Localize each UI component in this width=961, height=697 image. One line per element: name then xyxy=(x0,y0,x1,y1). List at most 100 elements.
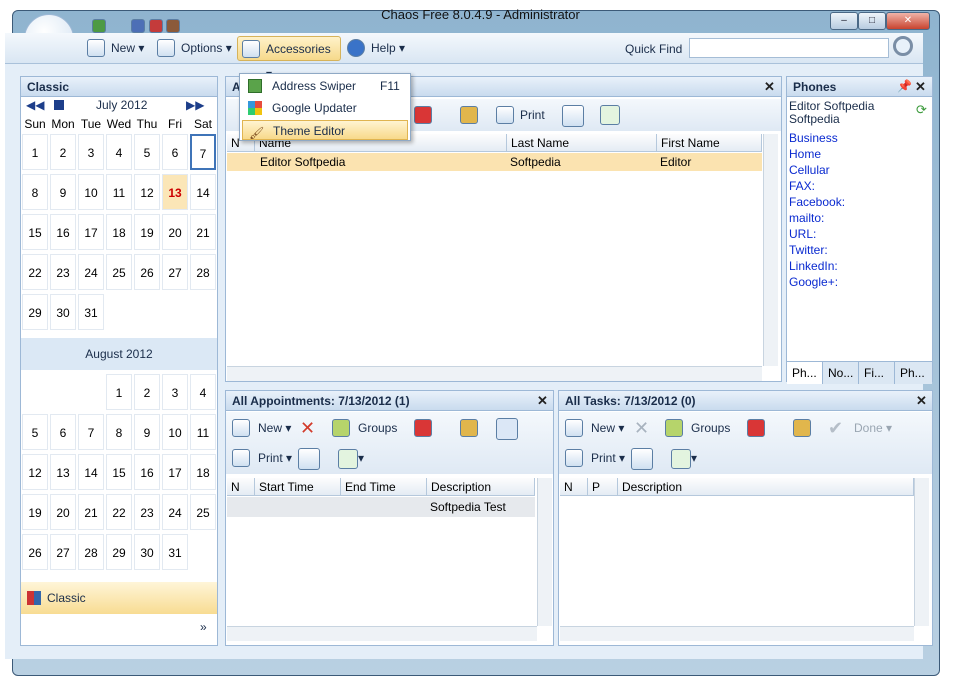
task-col-p[interactable]: P xyxy=(588,478,618,496)
task-col-description[interactable]: Description xyxy=(618,478,914,496)
calendar-day[interactable]: 1 xyxy=(106,374,132,410)
tree-icon[interactable] xyxy=(460,106,478,124)
calendar-day[interactable]: 21 xyxy=(190,214,216,250)
calendar-day[interactable]: 30 xyxy=(50,294,76,330)
tasks-refresh-icon[interactable] xyxy=(671,449,691,469)
contacts-close-button[interactable]: ✕ xyxy=(764,79,775,95)
calendar-day[interactable]: 17 xyxy=(78,214,104,250)
tasks-done-button[interactable]: ✔ Done ▾ xyxy=(826,413,896,443)
menu-google-updater[interactable]: Google Updater xyxy=(242,98,408,118)
calendar-day[interactable]: 21 xyxy=(78,494,104,530)
calendar-day[interactable]: 14 xyxy=(190,174,216,210)
contact-row[interactable]: Editor Softpedia Softpedia Editor xyxy=(227,153,762,171)
calendar-day[interactable]: 8 xyxy=(106,414,132,450)
tasks-new-button[interactable]: New ▾ xyxy=(563,413,627,443)
appointments-print-button[interactable]: Print ▾ xyxy=(230,443,294,473)
appointments-new-button[interactable]: New ▾ xyxy=(230,413,294,443)
task-col-n[interactable]: N xyxy=(560,478,588,496)
calendar-day[interactable]: 18 xyxy=(190,454,216,490)
calendar-day[interactable]: 17 xyxy=(162,454,188,490)
calendar-day[interactable]: 27 xyxy=(162,254,188,290)
calendar-day[interactable]: 3 xyxy=(78,134,104,170)
tab-photos[interactable]: Ph... xyxy=(895,362,932,384)
appointment-row[interactable]: Softpedia Test xyxy=(227,497,535,517)
calendar-day[interactable]: 20 xyxy=(50,494,76,530)
prev-year-icon[interactable]: ◀◀ xyxy=(26,98,44,112)
tasks-vscroll[interactable] xyxy=(914,478,929,626)
calendar-day[interactable]: 2 xyxy=(134,374,160,410)
calendar-day[interactable]: 14 xyxy=(78,454,104,490)
appt-col-start[interactable]: Start Time xyxy=(255,478,341,496)
tasks-word-icon[interactable] xyxy=(631,448,653,470)
calendar-day[interactable]: 29 xyxy=(106,534,132,570)
col-last-name[interactable]: Last Name xyxy=(507,134,657,152)
calendar-day[interactable]: 25 xyxy=(106,254,132,290)
contacts-hscroll[interactable] xyxy=(227,366,762,381)
phones-close-button[interactable]: ✕ xyxy=(915,79,926,95)
calendar-day[interactable]: 23 xyxy=(50,254,76,290)
calendar-day[interactable]: 11 xyxy=(190,414,216,450)
calendar-day[interactable]: 3 xyxy=(162,374,188,410)
contacts-print-button[interactable]: Print ▾ xyxy=(494,100,554,152)
phone-field-link[interactable]: Home xyxy=(789,147,821,161)
calendar-day[interactable]: 16 xyxy=(134,454,160,490)
calendar-day[interactable]: 9 xyxy=(50,174,76,210)
expand-chevron-icon[interactable]: » xyxy=(200,620,207,634)
calendar-day[interactable]: 6 xyxy=(50,414,76,450)
minimize-button[interactable]: – xyxy=(830,12,858,30)
phone-field-link[interactable]: mailto: xyxy=(789,211,824,225)
calendar-day[interactable]: 19 xyxy=(134,214,160,250)
calendar-day[interactable]: 26 xyxy=(22,534,48,570)
appointments-refresh-icon[interactable] xyxy=(338,449,358,469)
document-icon[interactable] xyxy=(166,18,181,33)
calendar-day[interactable]: 20 xyxy=(162,214,188,250)
calendar-day[interactable]: 28 xyxy=(78,534,104,570)
accessories-button[interactable]: Accessories ▾ xyxy=(237,36,341,81)
calendar-day[interactable]: 31 xyxy=(162,534,188,570)
next-month-icon[interactable]: ▶▶ xyxy=(186,98,204,112)
refresh-icon[interactable] xyxy=(600,105,620,125)
appt-col-end[interactable]: End Time xyxy=(341,478,427,496)
calendar-day[interactable]: 25 xyxy=(190,494,216,530)
calendar-day[interactable]: 12 xyxy=(134,174,160,210)
calendar-day[interactable]: 7 xyxy=(78,414,104,450)
phone-field-link[interactable]: LinkedIn: xyxy=(789,259,838,273)
contacts-vscroll[interactable] xyxy=(763,134,778,366)
nav-pane-classic[interactable]: Classic xyxy=(21,582,217,614)
calendar-day[interactable]: 23 xyxy=(134,494,160,530)
calendar-day[interactable]: 8 xyxy=(22,174,48,210)
phone-field-link[interactable]: Cellular xyxy=(789,163,830,177)
calendar-day[interactable]: 18 xyxy=(106,214,132,250)
calendar-day[interactable]: 13 xyxy=(50,454,76,490)
tasks-groups-button[interactable]: Groups ▾ xyxy=(663,413,739,465)
calendar-day[interactable]: 10 xyxy=(162,414,188,450)
appointments-filter-icon[interactable] xyxy=(414,419,432,437)
calendar-day[interactable]: 19 xyxy=(22,494,48,530)
calendar-day[interactable]: 31 xyxy=(78,294,104,330)
menu-address-swiper[interactable]: Address Swiper F11 xyxy=(242,76,408,96)
delete-icon[interactable]: ✕ xyxy=(300,418,315,439)
calendar-day[interactable]: 10 xyxy=(78,174,104,210)
calendar-day[interactable]: 2 xyxy=(50,134,76,170)
phone-field-link[interactable]: URL: xyxy=(789,227,816,241)
appt-col-n[interactable]: N xyxy=(227,478,255,496)
close-button[interactable]: ✕ xyxy=(886,12,930,30)
phones-refresh-icon[interactable]: ⟳ xyxy=(916,102,927,118)
tasks-tree-icon[interactable] xyxy=(793,419,811,437)
sync-s-icon[interactable] xyxy=(496,418,518,440)
tab-files[interactable]: Fi... xyxy=(859,362,895,384)
grid-icon[interactable] xyxy=(131,18,146,33)
quick-find-input[interactable] xyxy=(689,38,889,58)
phone-field-link[interactable]: Facebook: xyxy=(789,195,845,209)
today-icon[interactable] xyxy=(54,100,64,110)
calendar-day[interactable]: 4 xyxy=(106,134,132,170)
tasks-close-button[interactable]: ✕ xyxy=(916,393,927,409)
calendar-day[interactable]: 15 xyxy=(22,214,48,250)
card-icon[interactable] xyxy=(148,18,163,33)
calendar-day[interactable]: 16 xyxy=(50,214,76,250)
phone-field-link[interactable]: Google+: xyxy=(789,275,838,289)
col-first-name[interactable]: First Name xyxy=(657,134,762,152)
calendar-day[interactable]: 22 xyxy=(22,254,48,290)
tasks-delete-icon[interactable]: ✕ xyxy=(634,418,649,439)
pin-icon[interactable]: 📌 xyxy=(897,79,912,93)
